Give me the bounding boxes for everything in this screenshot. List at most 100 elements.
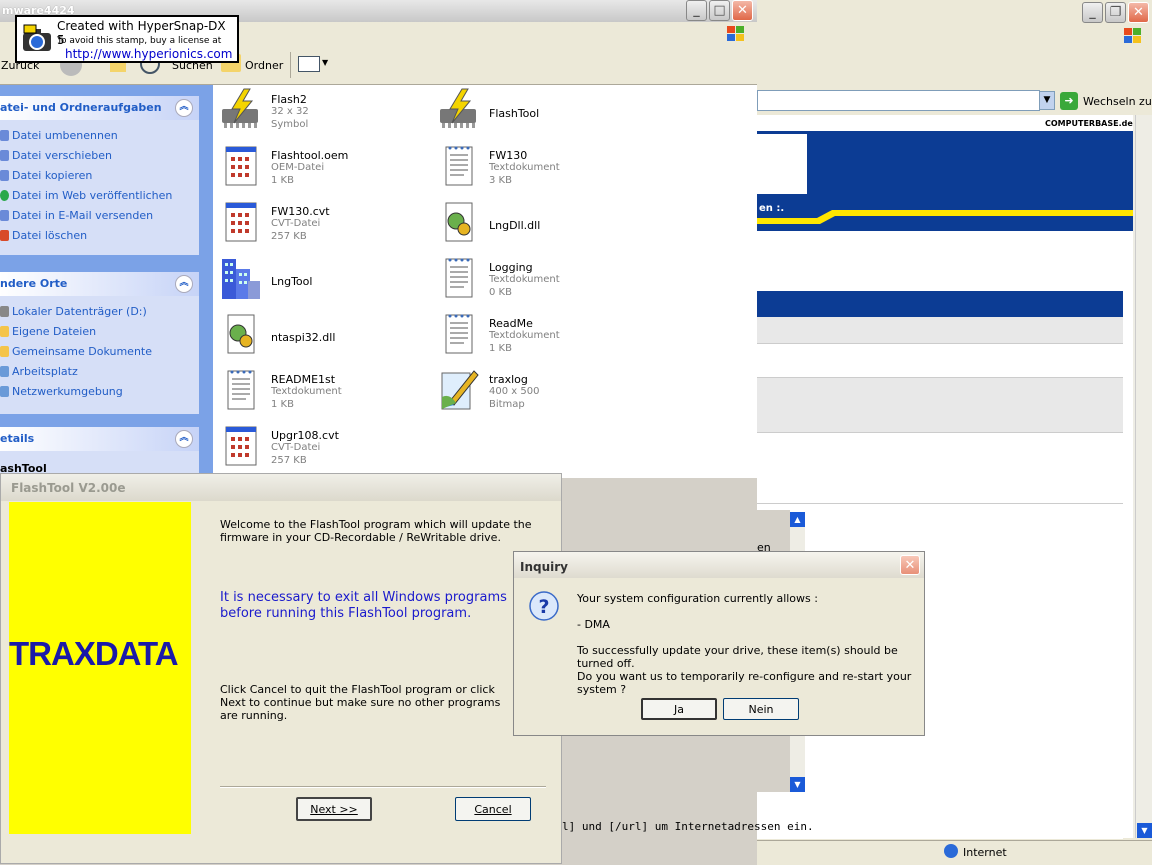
maximize-button[interactable]: □ <box>709 0 730 21</box>
place-my-computer[interactable]: Arbeitsplatz <box>0 365 78 378</box>
file-list: Flash2 32 x 32 Symbol FlashTool Flashtoo… <box>216 85 757 478</box>
collapse-icon[interactable]: ︽ <box>175 430 193 448</box>
scroll-down-arrow[interactable]: ▼ <box>1137 823 1152 838</box>
welcome-text: Welcome to the FlashTool program which w… <box>220 518 532 544</box>
no-button[interactable]: Nein <box>723 698 799 720</box>
other-places-panel: Lokaler Datenträger (D:) Eigene Dateien … <box>0 296 199 414</box>
restore-button[interactable]: ❐ <box>1105 2 1126 23</box>
scroll-down-arrow[interactable]: ▼ <box>790 777 805 792</box>
question-icon: ? <box>528 590 560 622</box>
task-copy[interactable]: Datei kopieren <box>0 169 92 182</box>
file-item[interactable]: traxlog 400 x 500 Bitmap <box>434 365 644 419</box>
content-row <box>757 377 1123 433</box>
delete-icon <box>0 230 9 241</box>
traxdata-logo: TRAXDATA <box>9 635 179 672</box>
file-item[interactable]: ntaspi32.dll <box>216 309 426 363</box>
computer-icon <box>0 366 9 377</box>
text-document-icon <box>227 370 255 410</box>
traxdata-panel: TRAXDATA <box>9 502 191 834</box>
address-bar[interactable] <box>757 90 1040 111</box>
file-item[interactable]: FW130.cvt CVT-Datei 257 KB <box>216 197 426 251</box>
file-name: README1st <box>271 373 336 386</box>
task-label: Datei in E-Mail versenden <box>12 209 154 222</box>
task-pane: atei- und Ordneraufgaben ︽ Datei umbenen… <box>0 85 213 478</box>
folder-icon <box>0 326 9 337</box>
close-button[interactable]: ✕ <box>732 0 753 21</box>
folders-button-label[interactable]: Ordner <box>245 59 283 72</box>
file-item[interactable]: Logging Textdokument 0 KB <box>434 253 644 307</box>
vertical-scrollbar[interactable]: ▼ <box>1135 115 1152 838</box>
place-shared-documents[interactable]: Gemeinsame Dokumente <box>0 345 152 358</box>
task-move[interactable]: Datei verschieben <box>0 149 112 162</box>
inquiry-line2: - DMA <box>577 618 610 631</box>
details-header[interactable]: etails ︽ <box>0 427 199 451</box>
status-zone: Internet <box>963 846 1007 859</box>
other-places-header[interactable]: ndere Orte ︽ <box>0 272 199 296</box>
file-tasks-header[interactable]: atei- und Ordneraufgaben ︽ <box>0 96 199 120</box>
cancel-button-label: Cancel <box>474 802 512 816</box>
file-name: traxlog <box>489 373 528 386</box>
windows-logo-icon <box>1122 25 1144 47</box>
site-logo: COMPUTERBASE.de <box>1045 119 1133 128</box>
file-meta: 1 KB <box>271 399 294 410</box>
text-document-icon <box>445 146 473 186</box>
file-name: FW130 <box>489 149 528 162</box>
file-item[interactable]: Flashtool.oem OEM-Datei 1 KB <box>216 141 426 195</box>
file-item[interactable]: FW130 Textdokument 3 KB <box>434 141 644 195</box>
file-meta: Symbol <box>271 119 309 130</box>
warning-text: It is necessary to exit all Windows prog… <box>220 590 507 621</box>
task-delete[interactable]: Datei löschen <box>0 229 87 242</box>
place-local-drive[interactable]: Lokaler Datenträger (D:) <box>0 305 147 318</box>
task-rename[interactable]: Datei umbenennen <box>0 129 118 142</box>
rename-icon <box>0 130 9 141</box>
move-icon <box>0 150 9 161</box>
text-document-icon <box>445 314 473 354</box>
file-item[interactable]: LngTool <box>216 253 426 307</box>
button-separator <box>220 786 546 788</box>
explorer-window: mware4424 _ □ ✕ Zurück Suchen Ordner ▼ a… <box>0 0 757 478</box>
go-arrow-icon[interactable]: ➜ <box>1060 92 1078 110</box>
place-network[interactable]: Netzwerkumgebung <box>0 385 123 398</box>
file-item[interactable]: Upgr108.cvt CVT-Datei 257 KB <box>216 421 426 475</box>
file-item[interactable]: FlashTool <box>434 85 644 139</box>
cancel-button[interactable]: Cancel <box>455 797 531 821</box>
file-item[interactable]: ReadMe Textdokument 1 KB <box>434 309 644 363</box>
close-button[interactable]: ✕ <box>1128 2 1149 23</box>
views-dropdown-arrow[interactable]: ▼ <box>322 58 328 67</box>
inquiry-line1: Your system configuration currently allo… <box>577 592 818 605</box>
inquiry-title-bar: Inquiry <box>514 552 924 578</box>
task-email[interactable]: Datei in E-Mail versenden <box>0 209 153 222</box>
file-meta: Textdokument <box>489 162 560 173</box>
file-meta: 1 KB <box>489 343 512 354</box>
file-name: ReadMe <box>489 317 533 330</box>
place-label: Gemeinsame Dokumente <box>12 345 152 358</box>
scroll-up-arrow[interactable]: ▲ <box>790 512 805 527</box>
collapse-icon[interactable]: ︽ <box>175 275 193 293</box>
place-my-documents[interactable]: Eigene Dateien <box>0 325 96 338</box>
file-meta: 257 KB <box>271 455 307 466</box>
address-dropdown-arrow[interactable]: ▼ <box>1039 91 1055 110</box>
file-item[interactable]: README1st Textdokument 1 KB <box>216 365 426 419</box>
collapse-icon[interactable]: ︽ <box>175 99 193 117</box>
task-publish-web[interactable]: Datei im Web veröffentlichen <box>0 189 172 202</box>
views-icon[interactable] <box>298 56 320 72</box>
task-label: Datei umbenennen <box>12 129 118 142</box>
drive-icon <box>0 306 9 317</box>
next-button[interactable]: Next >> <box>296 797 372 821</box>
network-icon <box>0 386 9 397</box>
dll-file-icon <box>227 314 255 354</box>
minimize-button[interactable]: _ <box>1082 2 1103 23</box>
file-meta: 400 x 500 <box>489 386 540 397</box>
file-meta: 1 KB <box>271 175 294 186</box>
file-item[interactable]: Flash2 32 x 32 Symbol <box>216 85 426 139</box>
file-item[interactable]: LngDll.dll <box>434 197 644 251</box>
stamp-link[interactable]: http://www.hyperionics.com <box>65 47 232 61</box>
camera-icon <box>21 23 53 55</box>
email-icon <box>0 210 9 221</box>
yes-button[interactable]: Ja <box>641 698 717 720</box>
place-label: Eigene Dateien <box>12 325 97 338</box>
minimize-button[interactable]: _ <box>686 0 707 21</box>
no-button-label: Nein <box>748 702 774 716</box>
close-button[interactable]: ✕ <box>900 555 920 575</box>
go-button-label[interactable]: Wechseln zu <box>1083 95 1152 108</box>
